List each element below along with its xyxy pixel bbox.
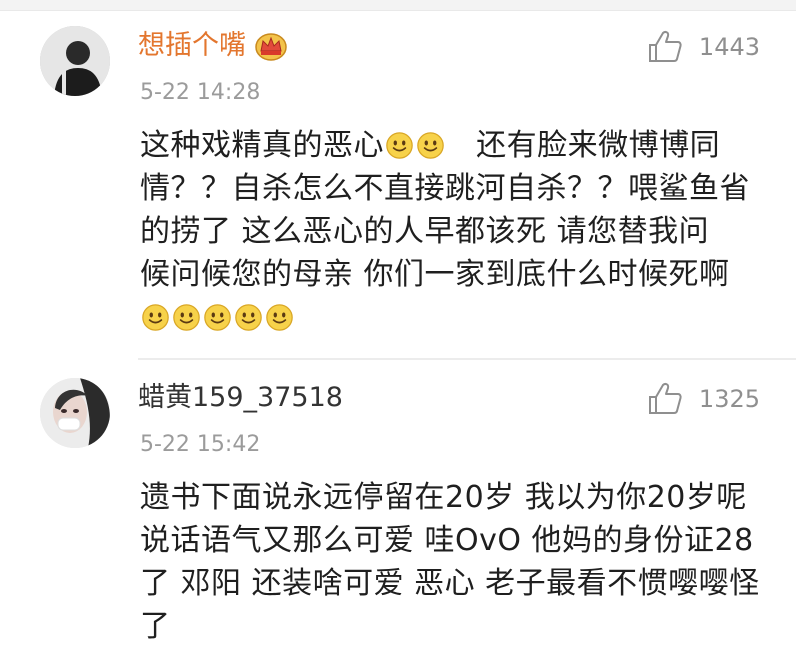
comment-line: 情？？自杀怎么不直接跳河自杀？？喂鲨鱼省 bbox=[140, 171, 750, 206]
comment-line: 了 bbox=[140, 609, 171, 644]
thumbs-up-icon[interactable] bbox=[647, 382, 683, 416]
comment-line: 遗书下面说永远停留在20岁 我以为你20岁呢 bbox=[140, 480, 747, 515]
like-button[interactable]: 1325 bbox=[647, 382, 760, 416]
thumbs-up-icon[interactable] bbox=[647, 30, 683, 64]
like-count: 1443 bbox=[698, 33, 760, 61]
smile-emoji-icon bbox=[173, 304, 200, 331]
smile-emoji-icon bbox=[235, 304, 262, 331]
smile-emoji-icon bbox=[386, 132, 413, 159]
username[interactable]: 蜡黄159_37518 bbox=[138, 380, 343, 416]
comment-line: 的捞了 这么恶心的人早都该死 请您替我问 bbox=[140, 214, 710, 249]
emoji-row bbox=[140, 296, 780, 339]
timestamp: 5-22 15:42 bbox=[140, 432, 261, 457]
like-button[interactable]: 1443 bbox=[647, 30, 760, 64]
username[interactable]: 想插个嘴 bbox=[138, 28, 288, 64]
like-count: 1325 bbox=[698, 385, 760, 413]
comment-item: 想插个嘴 5-22 14:28 1443 这种戏精真的恶心 还有脸来微博博同 情… bbox=[0, 10, 796, 360]
crown-badge-icon bbox=[255, 33, 287, 61]
username-text[interactable]: 蜡黄159_37518 bbox=[138, 380, 343, 416]
comment-line: 说话语气又那么可爱 哇OvO 他妈的身份证28 bbox=[140, 523, 754, 558]
comment-body: 遗书下面说永远停留在20岁 我以为你20岁呢 说话语气又那么可爱 哇OvO 他妈… bbox=[140, 476, 780, 648]
comment-divider bbox=[138, 358, 796, 360]
smile-emoji-icon bbox=[266, 304, 293, 331]
comment-item: 蜡黄159_37518 5-22 15:42 1325 遗书下面说永远停留在20… bbox=[0, 362, 796, 644]
avatar[interactable] bbox=[40, 26, 110, 96]
comment-line: 候问候您的母亲 你们一家到底什么时候死啊 bbox=[140, 257, 730, 292]
smile-emoji-icon bbox=[417, 132, 444, 159]
avatar[interactable] bbox=[40, 378, 110, 448]
timestamp: 5-22 14:28 bbox=[140, 80, 261, 105]
comment-line: 了 邓阳 还装啥可爱 恶心 老子最看不惯嘤嘤怪 bbox=[140, 566, 760, 601]
smile-emoji-icon bbox=[204, 304, 231, 331]
username-text[interactable]: 想插个嘴 bbox=[138, 28, 246, 64]
comment-body: 这种戏精真的恶心 还有脸来微博博同 情？？自杀怎么不直接跳河自杀？？喂鲨鱼省 的… bbox=[140, 124, 780, 339]
smile-emoji-icon bbox=[142, 304, 169, 331]
comment-line: 这种戏精真的恶心 还有脸来微博博同 bbox=[140, 128, 721, 163]
